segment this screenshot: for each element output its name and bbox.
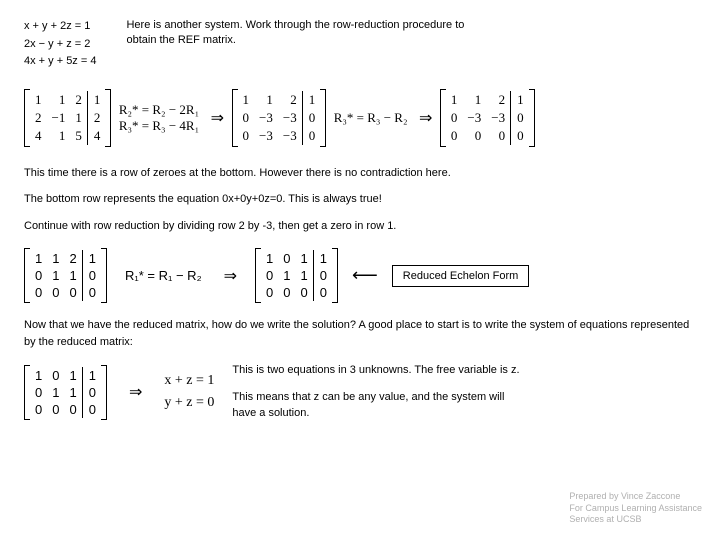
- matrix-final: 101101100000: [24, 365, 107, 420]
- matrix-step3: 11210−3−300000: [440, 89, 535, 147]
- arrow-icon: ⇒: [419, 108, 432, 128]
- row-op-r3b: R₃* = R₃ − R₂: [334, 110, 408, 126]
- eq2: 2x − y + z = 2: [24, 36, 96, 54]
- matrix-initial: 11212−1124154: [24, 89, 111, 147]
- reduced-eq2: y + z = 0: [164, 392, 214, 414]
- reduced-eq1: x + z = 1: [164, 370, 214, 392]
- left-arrow-icon: ⟵: [352, 265, 378, 286]
- bottom-line2: This means that z can be any value, and …: [232, 389, 522, 422]
- implies-icon: ⇒: [129, 382, 142, 402]
- arrow-icon: ⇒: [211, 108, 224, 128]
- matrix-rref: 101101100000: [255, 248, 338, 303]
- ref-label-box: Reduced Echelon Form: [392, 265, 530, 287]
- matrix-step2: 11210−3−300−3−30: [232, 89, 327, 147]
- para-always-true: The bottom row represents the equation 0…: [24, 191, 696, 208]
- reduced-system: x + z = 1 y + z = 0: [164, 370, 214, 415]
- eq3: 4x + y + 5z = 4: [24, 53, 96, 71]
- matrix-step4: 112101100000: [24, 248, 107, 303]
- arrow-icon: ⇒: [224, 266, 237, 286]
- original-system: x + y + 2z = 1 2x − y + z = 2 4x + y + 5…: [24, 18, 96, 71]
- row-op-r1: R₁* = R₁ − R₂: [125, 268, 202, 283]
- para-zero-row: This time there is a row of zeroes at th…: [24, 165, 696, 182]
- row-reduction-step2: 112101100000 R₁* = R₁ − R₂ ⇒ 10110110000…: [24, 248, 696, 303]
- bottom-explanation: This is two equations in 3 unknowns. The…: [232, 362, 522, 422]
- row-reduction-step1: 11212−1124154 R₂* = R₂ − 2R₁R₃* = R₃ − 4…: [24, 89, 696, 147]
- footer-credit: Prepared by Vince ZacconeFor Campus Lear…: [569, 491, 702, 526]
- bottom-line1: This is two equations in 3 unknowns. The…: [232, 362, 522, 379]
- row-ops-1: R₂* = R₂ − 2R₁R₃* = R₃ − 4R₁: [119, 102, 199, 134]
- para-divide: Continue with row reduction by dividing …: [24, 218, 696, 235]
- eq1: x + y + 2z = 1: [24, 18, 96, 36]
- para-solution-intro: Now that we have the reduced matrix, how…: [24, 317, 696, 350]
- intro-text: Here is another system. Work through the…: [126, 18, 466, 49]
